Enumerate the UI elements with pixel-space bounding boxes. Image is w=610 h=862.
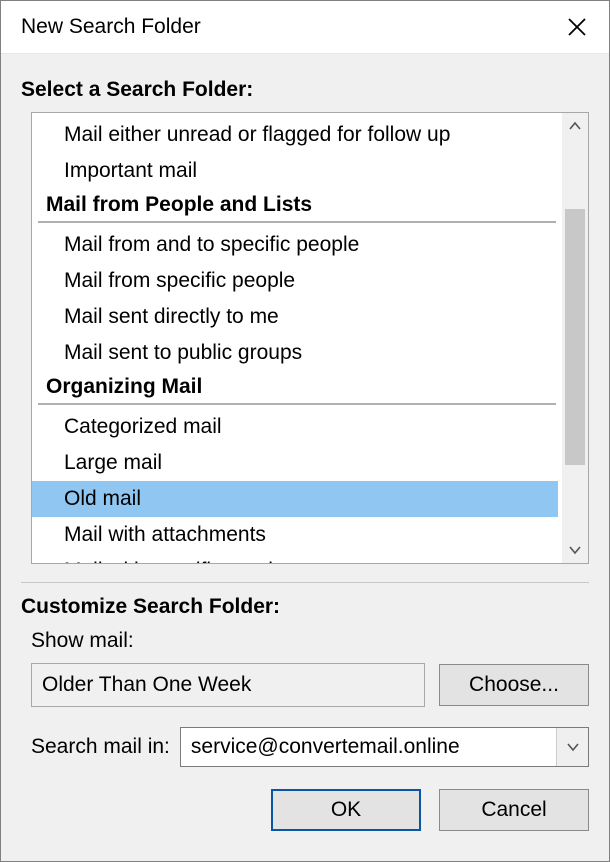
list-item[interactable]: Mail sent to public groups: [32, 335, 562, 371]
dialog-title: New Search Folder: [21, 15, 201, 39]
select-folder-label: Select a Search Folder:: [21, 78, 589, 102]
scroll-thumb[interactable]: [565, 209, 585, 465]
ok-button[interactable]: OK: [271, 789, 421, 831]
list-body: Mail either unread or flagged for follow…: [32, 113, 562, 563]
chevron-up-icon: [568, 119, 582, 133]
search-mail-in-label: Search mail in:: [31, 735, 170, 759]
list-item[interactable]: Categorized mail: [32, 409, 562, 445]
list-item[interactable]: Large mail: [32, 445, 562, 481]
titlebar: New Search Folder: [1, 1, 609, 54]
show-mail-value: Older Than One Week: [31, 663, 425, 707]
list-item[interactable]: Mail either unread or flagged for follow…: [32, 113, 562, 153]
list-item[interactable]: Old mail: [32, 481, 558, 517]
close-icon: [567, 17, 587, 37]
close-button[interactable]: [559, 9, 595, 45]
list-group-header: Mail from People and Lists: [38, 189, 556, 223]
scroll-up-button[interactable]: [562, 113, 588, 139]
dropdown-arrow-button[interactable]: [556, 728, 588, 766]
list-item[interactable]: Mail from and to specific people: [32, 227, 562, 263]
list-group-header: Organizing Mail: [38, 371, 556, 405]
scrollbar[interactable]: [562, 113, 588, 563]
chevron-down-icon: [568, 543, 582, 557]
customize-area: Customize Search Folder: Show mail: Olde…: [21, 589, 589, 831]
show-mail-row: Older Than One Week Choose...: [31, 663, 589, 707]
chevron-down-icon: [566, 740, 580, 754]
list-item[interactable]: Mail sent directly to me: [32, 299, 562, 335]
dialog-new-search-folder: New Search Folder Select a Search Folder…: [0, 0, 610, 862]
cancel-button[interactable]: Cancel: [439, 789, 589, 831]
list-item[interactable]: Important mail: [32, 153, 562, 189]
divider: [21, 582, 589, 583]
dialog-buttons: OK Cancel: [21, 789, 589, 831]
list-item[interactable]: Mail with specific words: [32, 553, 562, 563]
list-item[interactable]: Mail from specific people: [32, 263, 562, 299]
scroll-down-button[interactable]: [562, 537, 588, 563]
customize-label: Customize Search Folder:: [21, 595, 589, 619]
search-mail-in-dropdown[interactable]: service@convertemail.online: [180, 727, 589, 767]
dropdown-value: service@convertemail.online: [181, 735, 556, 759]
search-mail-row: Search mail in: service@convertemail.onl…: [31, 727, 589, 767]
dialog-content: Select a Search Folder: Mail either unre…: [1, 54, 609, 861]
folder-template-list[interactable]: Mail either unread or flagged for follow…: [31, 112, 589, 564]
show-mail-label: Show mail:: [31, 629, 589, 653]
list-item[interactable]: Mail with attachments: [32, 517, 562, 553]
choose-button[interactable]: Choose...: [439, 664, 589, 706]
